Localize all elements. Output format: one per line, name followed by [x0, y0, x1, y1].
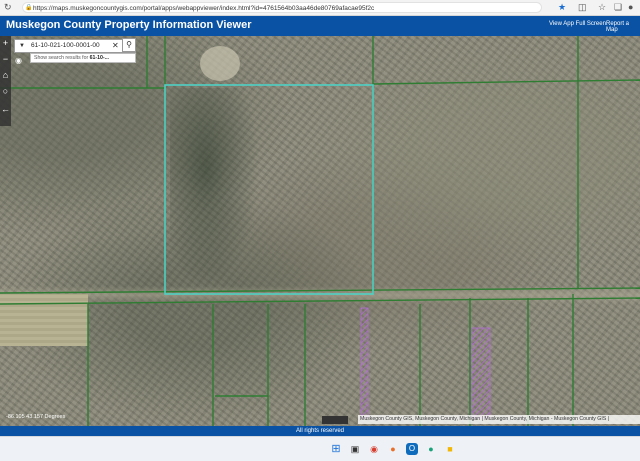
home-icon[interactable]: ⌂ [0, 68, 11, 82]
map-attribution: Muskegon County GIS, Muskegon County, Mi… [358, 415, 640, 424]
firefox-icon[interactable]: ● [387, 443, 399, 455]
selected-parcel-outline [164, 84, 374, 295]
star-icon[interactable]: ★ [558, 1, 566, 13]
map-canvas[interactable]: + − ⌂ ○ ← ▼ 61-10-021-100-0001-00 ✕ ⚲ Sh… [0, 36, 640, 426]
profile-icon[interactable]: ● [628, 1, 633, 13]
search-input[interactable]: 61-10-021-100-0001-00 [31, 40, 100, 52]
search-icon: ⚲ [126, 40, 132, 49]
page-title: Muskegon County Property Information Vie… [6, 19, 252, 31]
taskbar: ⊞ ▣ ◉ ● O ● ■ [0, 436, 640, 461]
chevron-down-icon[interactable]: ▼ [15, 40, 29, 52]
suggestion-term: 61-10-... [89, 55, 109, 61]
task-view-icon[interactable]: ▣ [349, 443, 361, 455]
windows-start-icon[interactable]: ⊞ [330, 443, 342, 455]
favorites-icon[interactable]: ☆ [598, 1, 606, 13]
browser-toolbar: ↻ 🔒 https://maps.muskegoncountygis.com/p… [0, 0, 640, 16]
zoom-out-button[interactable]: − [0, 52, 11, 66]
file-explorer-icon[interactable]: ■ [444, 443, 456, 455]
back-icon[interactable]: ← [0, 102, 11, 116]
refresh-icon[interactable]: ↻ [4, 1, 12, 13]
split-screen-icon[interactable]: ◫ [578, 1, 587, 13]
edge-icon[interactable]: ● [425, 443, 437, 455]
url-text: https://maps.muskegoncountygis.com/porta… [33, 5, 375, 12]
full-screen-link[interactable]: View App Full Screen [549, 21, 606, 27]
scale-bar [322, 416, 348, 424]
hatched-parcel [360, 307, 369, 419]
lock-icon: 🔒 [25, 5, 33, 11]
app-footer: All rights reserved [0, 426, 640, 436]
app-header: Muskegon County Property Information Vie… [0, 16, 640, 36]
search-suggestion[interactable]: Show search results for 61-10-... [30, 53, 136, 63]
hatched-parcel [471, 327, 491, 419]
map-control-bar: + − ⌂ ○ ← [0, 36, 11, 126]
parcel-lines [0, 36, 640, 426]
parcel-overlay [0, 36, 640, 426]
search-widget: ▼ 61-10-021-100-0001-00 ✕ ⚲ Show search … [14, 38, 136, 65]
search-box[interactable]: ▼ 61-10-021-100-0001-00 ✕ [14, 39, 136, 53]
outlook-icon[interactable]: O [406, 443, 418, 455]
suggestion-prefix: Show search results for [34, 55, 90, 61]
collections-icon[interactable]: ❏ [614, 1, 622, 13]
footer-text: All rights reserved [295, 428, 345, 434]
locate-icon[interactable]: ○ [0, 84, 11, 98]
coordinate-readout: -86.105 43.157 Degrees [6, 414, 66, 420]
close-icon[interactable]: ✕ [112, 40, 119, 52]
zoom-in-button[interactable]: + [0, 36, 11, 50]
search-button[interactable]: ⚲ [122, 38, 136, 52]
address-bar[interactable]: 🔒 https://maps.muskegoncountygis.com/por… [22, 2, 542, 13]
report-map-link[interactable]: Report a Map [606, 21, 640, 33]
layers-icon[interactable]: ◉ [15, 56, 25, 66]
chrome-icon[interactable]: ◉ [368, 443, 380, 455]
